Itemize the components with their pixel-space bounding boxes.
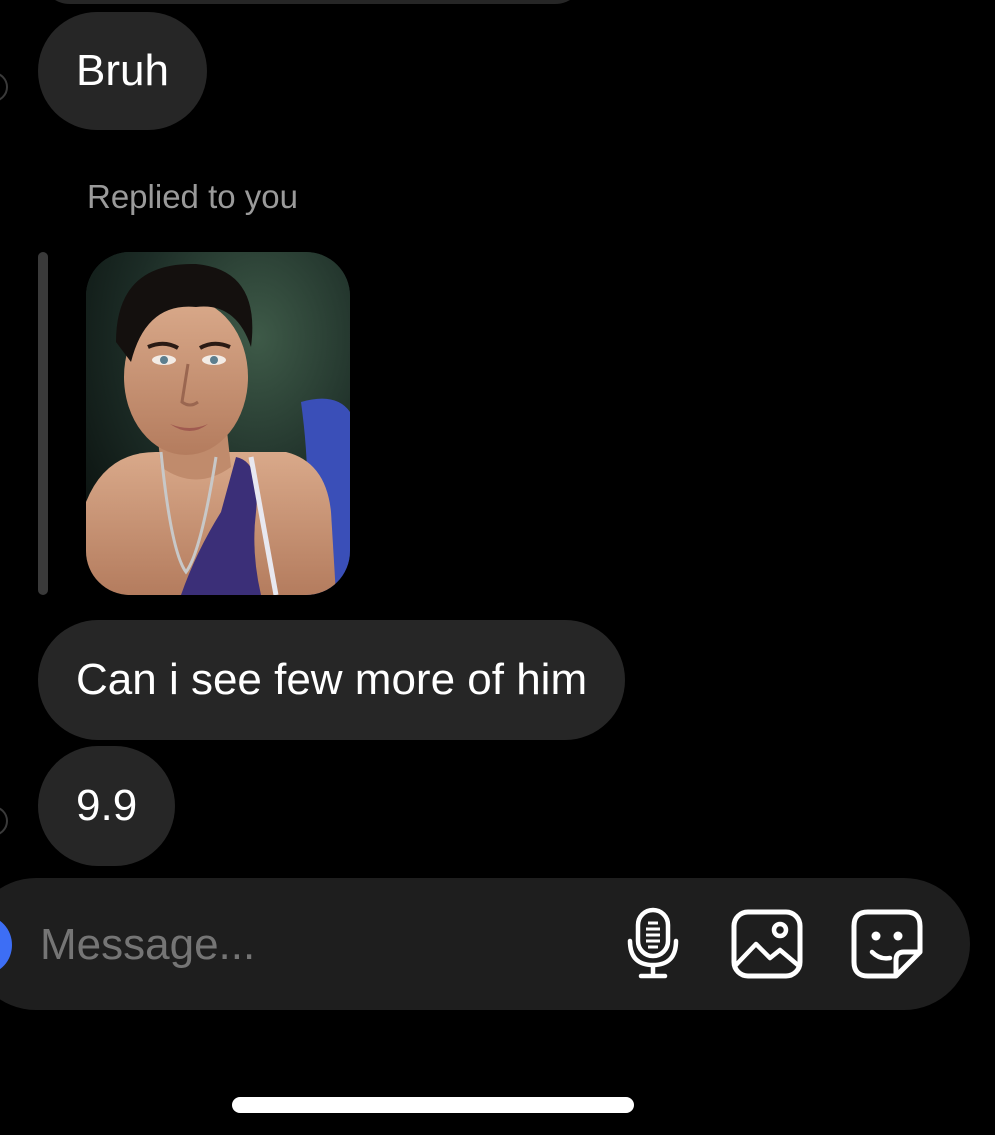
image-icon xyxy=(731,909,803,979)
sticker-button[interactable] xyxy=(848,905,926,983)
message-input[interactable] xyxy=(40,918,580,972)
voice-message-button[interactable] xyxy=(614,905,692,983)
gallery-button[interactable] xyxy=(728,905,806,983)
message-text: Bruh xyxy=(76,46,169,95)
previous-message-bubble[interactable] xyxy=(40,0,585,4)
sender-avatar[interactable] xyxy=(0,72,8,102)
sticker-icon xyxy=(851,909,923,979)
replied-photo-thumbnail[interactable] xyxy=(86,252,350,595)
microphone-icon xyxy=(627,907,679,979)
home-indicator[interactable] xyxy=(232,1097,634,1113)
message-bubble-bruh[interactable]: Bruh xyxy=(38,12,207,130)
message-text: 9.9 xyxy=(76,781,138,830)
photo-illustration xyxy=(86,252,350,595)
chat-screen: Bruh Replied to you Can i see few more o… xyxy=(0,0,995,1135)
reply-indicator-line xyxy=(38,252,48,595)
reply-context-label: Replied to you xyxy=(87,178,298,215)
message-bubble-request[interactable]: Can i see few more of him xyxy=(38,620,626,740)
message-bubble-score[interactable]: 9.9 xyxy=(38,746,176,866)
message-text: Can i see few more of him xyxy=(76,655,588,704)
sender-avatar[interactable] xyxy=(0,806,8,836)
